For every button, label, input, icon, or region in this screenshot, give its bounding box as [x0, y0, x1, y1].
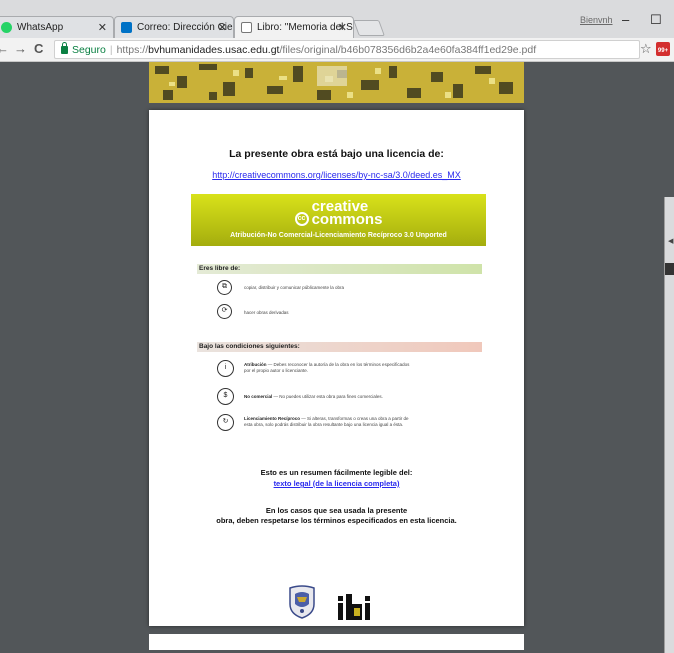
panel-bar — [665, 263, 674, 275]
share-icon: ⧉ — [217, 280, 232, 295]
tab-title: WhatsApp — [17, 22, 64, 33]
freedoms-heading: Eres libre de: — [197, 264, 482, 274]
condition-attribution-title: Atribución — [244, 362, 267, 367]
new-tab-button[interactable] — [353, 20, 385, 36]
browser-chrome: WhatsApp ✕ Correo: Dirección Cienci ✕ Li… — [0, 0, 674, 62]
creative-commons-logo: cccreative commons — [191, 199, 486, 228]
sharealike-icon: ↻ — [217, 414, 234, 431]
closing-line-2: obra, deben respetarse los términos espe… — [216, 516, 457, 525]
condition-noncommercial-text: — No puedes utilizar esta obra para fine… — [272, 394, 383, 399]
attribution-icon: i — [217, 360, 234, 377]
whatsapp-icon — [1, 22, 12, 33]
outlook-icon — [121, 22, 132, 33]
cc-circle-icon: cc — [294, 212, 309, 226]
address-bar[interactable]: Seguro | https://bvhumanidades.usac.edu.gt… — [54, 40, 640, 59]
condition-attribution: Atribución — Debes reconocer la autoría … — [244, 362, 414, 373]
closing-line-1: En los casos que sea usada la presente — [265, 506, 408, 515]
summary-line: Esto es un resumen fácilmente legible de… — [260, 468, 413, 477]
legal-code-link[interactable]: texto legal (de la licencia completa) — [149, 479, 524, 488]
url-path: /files/original/b46b078356d6b2a4e60fa384… — [279, 44, 537, 56]
cc-logo-bottom: commons — [311, 211, 383, 228]
condition-noncommercial-title: No comercial — [244, 394, 273, 399]
tab-libro[interactable]: Libro: "Memoria del Seg ✕ — [234, 16, 354, 38]
close-tab-icon[interactable]: ✕ — [338, 21, 347, 34]
condition-sharealike-title: Licenciamiento Recíproco — [244, 416, 301, 421]
remix-icon: ⟳ — [217, 304, 232, 319]
condition-sharealike: Licenciamiento Recíproco — Si alteras, t… — [244, 416, 414, 427]
freedom-remix-text: hacer obras derivadas — [244, 310, 289, 315]
toolbar: ← → C Seguro | https://bvhumanidades.usac.… — [0, 38, 674, 62]
decorative-pattern — [149, 62, 524, 103]
side-panel[interactable]: ◀ — [664, 197, 674, 653]
lock-icon — [61, 42, 68, 54]
profile-name[interactable]: Bienvnh — [580, 15, 613, 25]
noncommercial-icon: $ — [217, 388, 234, 405]
conditions-heading: Bajo las condiciones siguientes: — [197, 342, 482, 352]
condition-noncommercial: No comercial — No puedes utilizar esta o… — [244, 394, 414, 400]
forward-button[interactable]: → — [14, 41, 27, 56]
collapse-arrow-icon[interactable]: ◀ — [668, 237, 673, 245]
minimize-button[interactable]: – — [622, 12, 629, 27]
reload-button[interactable]: C — [34, 41, 43, 56]
pdf-viewer[interactable]: La presente obra está bajo una licencia … — [0, 62, 674, 653]
bookmark-star-icon[interactable]: ☆ — [640, 41, 652, 57]
close-tab-icon[interactable]: ✕ — [218, 21, 227, 34]
secure-label: Seguro — [72, 44, 106, 56]
freedom-share-text: copiar, distribuir y comunicar públicame… — [244, 285, 345, 290]
previous-page-bottom — [149, 62, 524, 103]
url-scheme: https:// — [116, 44, 149, 56]
next-page — [149, 634, 524, 650]
close-tab-icon[interactable]: ✕ — [98, 21, 107, 34]
creative-commons-banner: cccreative commons Atribución-No Comercia… — [191, 194, 486, 246]
pdf-page: La presente obra está bajo una licencia … — [149, 110, 524, 626]
extension-badge[interactable]: 99+ — [656, 42, 670, 56]
tab-correo[interactable]: Correo: Dirección Cienci ✕ — [114, 16, 234, 38]
tab-whatsapp[interactable]: WhatsApp ✕ — [0, 16, 114, 38]
back-button[interactable]: ← — [0, 41, 9, 56]
maximize-button[interactable]: ☐ — [650, 12, 662, 28]
license-heading: La presente obra está bajo una licencia … — [229, 148, 444, 160]
license-url-link[interactable]: http://creativecommons.org/licenses/by-n… — [149, 170, 524, 180]
tab-bar: WhatsApp ✕ Correo: Dirección Cienci ✕ Li… — [0, 16, 674, 38]
unam-logo — [289, 585, 315, 619]
ibi-logo — [338, 594, 370, 620]
url-host: bvhumanidades.usac.edu.gt — [148, 44, 280, 56]
document-icon — [241, 22, 252, 33]
cc-license-subtitle: Atribución-No Comercial-Licenciamiento R… — [230, 232, 447, 239]
condition-attribution-text: — Debes reconocer la autoría de la obra … — [244, 362, 410, 373]
